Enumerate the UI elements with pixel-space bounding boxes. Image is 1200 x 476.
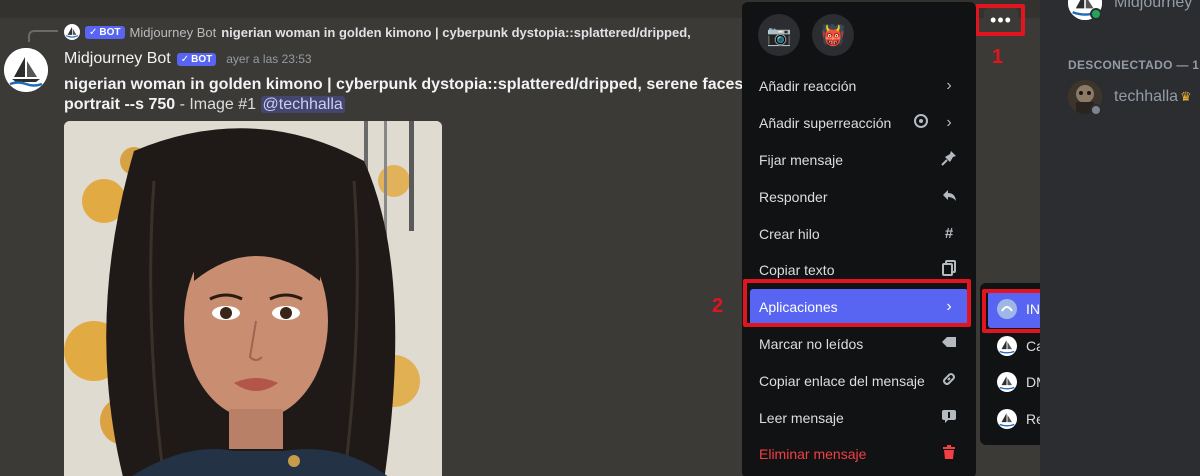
reply-text[interactable]: nigerian woman in golden kimono | cyberp…	[221, 25, 691, 40]
menu-item-add-reaction[interactable]: Añadir reacción ›	[750, 68, 968, 105]
super-reaction-icon	[912, 113, 930, 133]
author-name[interactable]: Midjourney Bot	[64, 50, 171, 68]
menu-item-label: Eliminar mensaje	[759, 446, 867, 463]
step-label-1: 1	[992, 46, 1004, 68]
menu-item-label: Añadir superreacción	[759, 115, 892, 132]
link-icon	[940, 371, 958, 391]
reply-icon	[940, 187, 958, 207]
reply-author[interactable]: Midjourney Bot	[130, 25, 217, 40]
user-mention[interactable]: @techhalla	[260, 96, 345, 113]
trash-icon	[940, 444, 958, 464]
message-content-line2: portrait --s 750 - Image #1 @techhalla	[64, 96, 345, 114]
reply-bot-tag-label: BOT	[99, 26, 121, 38]
chevron-right-icon: ›	[946, 114, 952, 132]
speak-icon	[940, 408, 958, 428]
bot-tag-label: BOT	[191, 53, 213, 65]
image-label: - Image #1	[175, 96, 261, 113]
bot-tag: ✓ BOT	[176, 52, 217, 66]
midjourney-app-icon	[997, 408, 1017, 429]
member-midjourney[interactable]: Midjourney	[1068, 0, 1192, 20]
message-timestamp: ayer a las 23:53	[226, 52, 312, 66]
member-name: techhalla	[1114, 88, 1179, 105]
mark-unread-icon	[940, 334, 958, 354]
online-status-icon	[1090, 8, 1102, 20]
message-header: Midjourney Bot ✓ BOT ayer a las 23:53	[64, 50, 312, 68]
menu-item-label: Leer mensaje	[759, 409, 844, 426]
camera-emoji-icon[interactable]: 📷	[758, 14, 800, 56]
chevron-right-icon: ›	[946, 77, 952, 95]
menu-item-pin-message[interactable]: Fijar mensaje	[750, 142, 968, 179]
menu-item-label: Añadir reacción	[759, 78, 857, 95]
copy-icon	[940, 260, 958, 280]
generated-image[interactable]	[64, 121, 442, 476]
midjourney-app-icon	[997, 335, 1017, 356]
highlight-box-apps	[743, 279, 971, 327]
menu-item-add-super-reaction[interactable]: Añadir superreacción ›	[750, 105, 968, 142]
reply-connector	[28, 30, 58, 42]
midjourney-app-icon	[997, 372, 1017, 393]
prompt-text-line2: portrait --s 750	[64, 96, 176, 113]
ogre-emoji-icon[interactable]: 👹	[812, 14, 854, 56]
reply-avatar	[64, 24, 80, 40]
menu-item-read-message[interactable]: Leer mensaje	[750, 399, 968, 436]
member-list-sidebar: Midjourney DESCONECTADO — 1 techhalla ♛	[1040, 0, 1200, 476]
member-techhalla[interactable]: techhalla ♛	[1068, 80, 1192, 116]
menu-item-copy-link[interactable]: Copiar enlace del mensaje	[750, 362, 968, 399]
menu-item-mark-unread[interactable]: Marcar no leídos	[750, 326, 968, 363]
prompt-text-line1: nigerian woman in golden kimono | cyberp…	[64, 76, 744, 93]
highlight-box-more	[975, 4, 1025, 36]
step-label-2: 2	[712, 295, 724, 317]
author-avatar[interactable]	[4, 48, 48, 92]
message-context-menu: 📷 👹 Añadir reacción › Añadir superreacci…	[742, 2, 976, 476]
offline-status-icon	[1090, 104, 1102, 116]
menu-item-reply[interactable]: Responder	[750, 178, 968, 215]
menu-item-label: Crear hilo	[759, 225, 820, 242]
menu-item-create-thread[interactable]: Crear hilo #	[750, 215, 968, 252]
section-offline-header: DESCONECTADO — 1	[1068, 58, 1200, 72]
reply-bot-tag: ✓ BOT	[85, 25, 125, 39]
message-content: nigerian woman in golden kimono | cyberp…	[64, 74, 764, 96]
menu-item-label: Responder	[759, 188, 828, 205]
thread-icon: #	[944, 225, 954, 243]
menu-item-label: Fijar mensaje	[759, 151, 844, 168]
menu-item-label: Marcar no leídos	[759, 335, 864, 352]
pin-icon	[940, 150, 958, 170]
reply-preview[interactable]: ✓ BOT Midjourney Bot nigerian woman in g…	[64, 24, 691, 40]
quick-reactions: 📷 👹	[750, 10, 968, 68]
crown-icon: ♛	[1180, 89, 1192, 104]
menu-item-label: Copiar texto	[759, 262, 835, 279]
menu-item-delete-message[interactable]: Eliminar mensaje	[750, 436, 968, 473]
menu-item-label: Copiar enlace del mensaje	[759, 372, 925, 389]
member-name: Midjourney	[1114, 0, 1193, 11]
